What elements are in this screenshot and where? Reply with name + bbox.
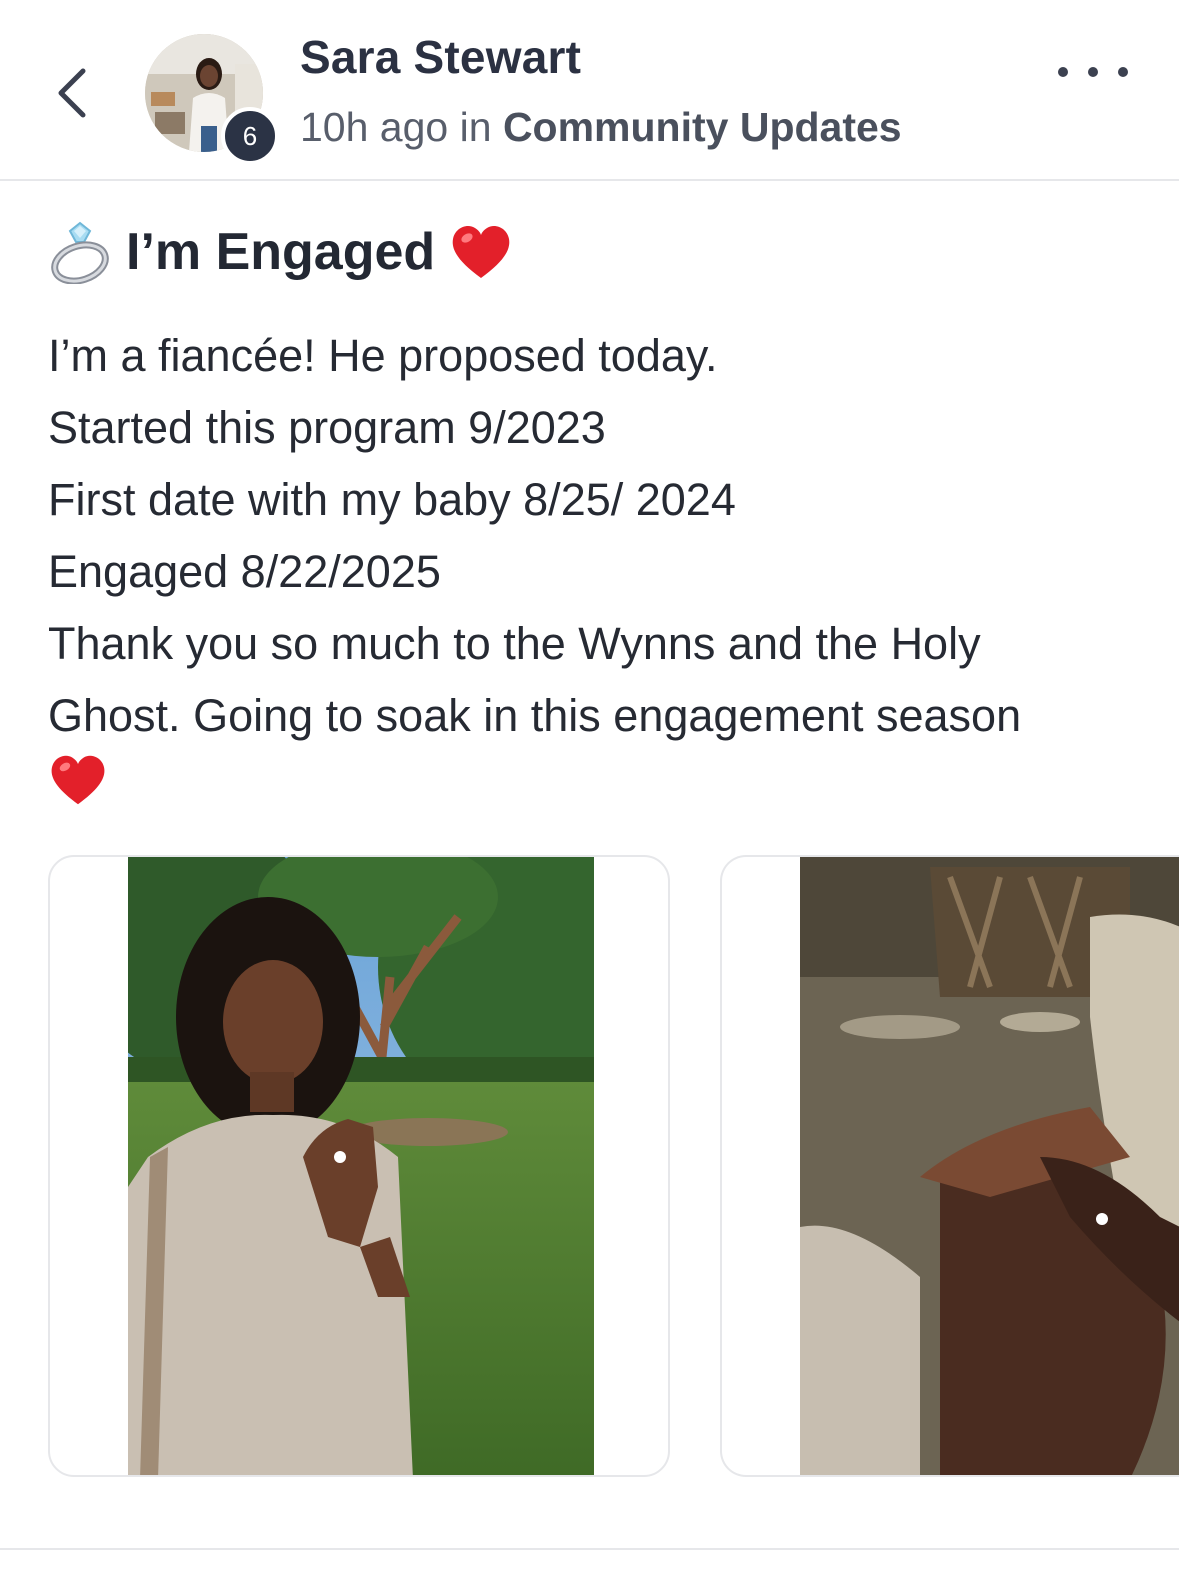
post-header: 6 Sara Stewart 10h ago in Community Upda…	[0, 0, 1179, 181]
post-photo-1[interactable]	[48, 855, 670, 1477]
engagement-photo-outdoor	[128, 857, 594, 1475]
post-body-line: I’m a fiancée! He proposed today.	[48, 330, 718, 381]
post-body-line: First date with my baby 8/25/ 2024	[48, 474, 736, 525]
post-body-line: Ghost. Going to soak in this engagement …	[48, 690, 1022, 741]
author-avatar[interactable]: 6	[145, 34, 279, 165]
back-button[interactable]	[40, 55, 104, 131]
ring-icon	[51, 221, 109, 284]
more-dot-icon	[1088, 67, 1098, 77]
red-heart-icon	[452, 226, 510, 278]
post-time: 10h ago	[300, 104, 449, 150]
post-body: I’m a fiancée! He proposed today. Starte…	[48, 320, 1138, 824]
in-label: in	[459, 104, 492, 150]
engagement-photo-ring-closeup	[800, 857, 1179, 1475]
post-meta: 10h ago in Community Updates	[300, 104, 902, 151]
chevron-left-icon	[58, 68, 86, 118]
category-link[interactable]: Community Updates	[503, 104, 902, 150]
post-body-end	[48, 752, 1138, 824]
post-body-line: Engaged 8/22/2025	[48, 546, 441, 597]
red-heart-icon	[51, 755, 105, 805]
more-options-button[interactable]	[1058, 52, 1128, 92]
post-body-line: Started this program 9/2023	[48, 402, 606, 453]
post-photo-2[interactable]	[720, 855, 1179, 1477]
more-dot-icon	[1058, 67, 1068, 77]
post-title: I’m Engaged	[48, 212, 513, 292]
post-title-text: I’m Engaged	[126, 223, 436, 281]
post-body-line: Thank you so much to the Wynns and the H…	[48, 618, 981, 669]
more-dot-icon	[1118, 67, 1128, 77]
level-badge: 6	[221, 107, 279, 165]
post-divider	[0, 1548, 1179, 1550]
author-name[interactable]: Sara Stewart	[300, 30, 581, 84]
